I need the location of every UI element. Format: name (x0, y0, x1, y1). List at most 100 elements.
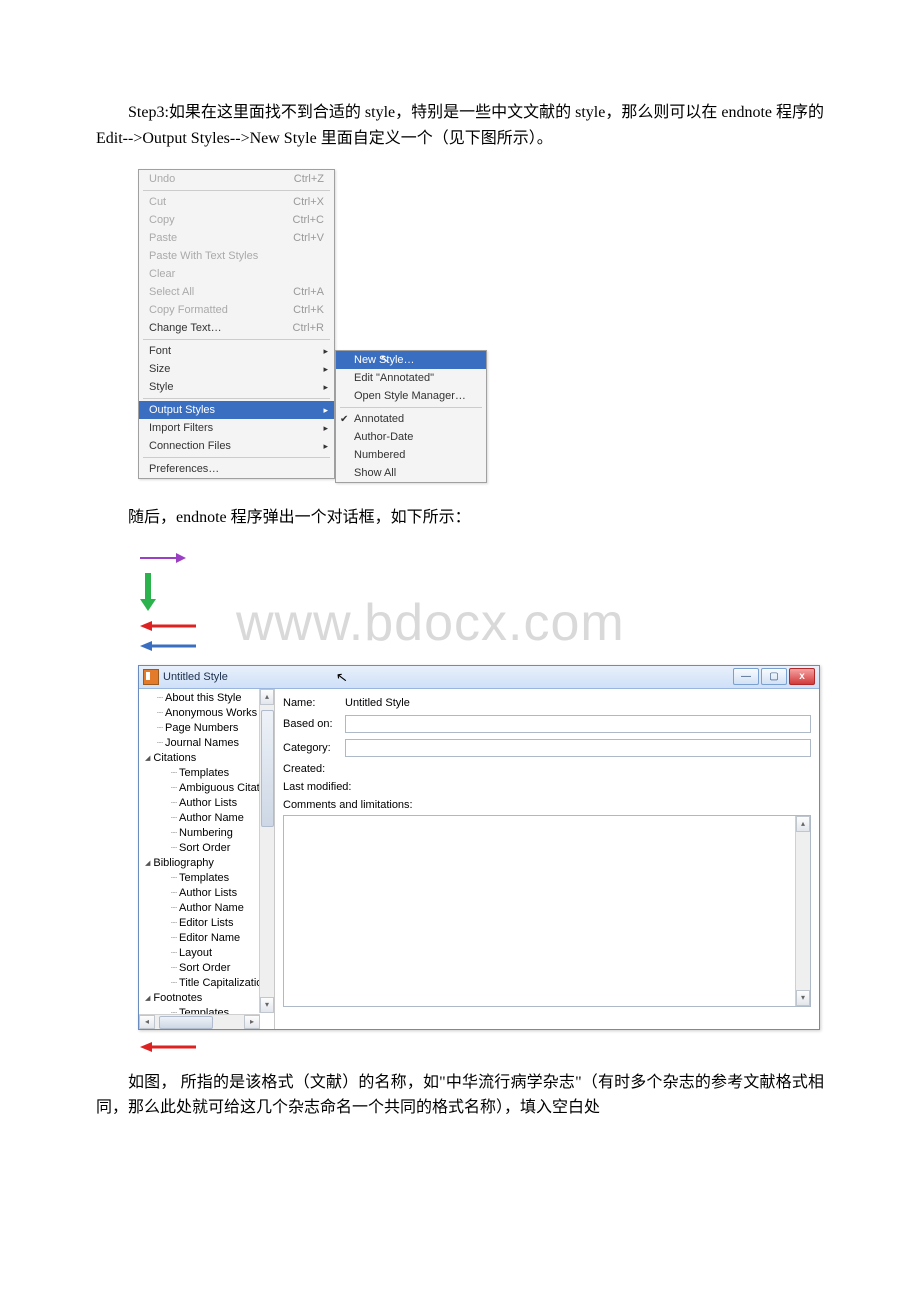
label-category: Category: (283, 742, 345, 754)
tree-item-label: Sort Order (179, 962, 230, 974)
submenu-annotated[interactable]: ✔Annotated (336, 410, 486, 428)
maximize-button[interactable]: ▢ (761, 668, 787, 685)
menu-change-text[interactable]: Change Text…Ctrl+R (139, 319, 334, 337)
tree-item-label: Editor Name (179, 932, 240, 944)
close-button[interactable]: x (789, 668, 815, 685)
tree-item[interactable]: ┈Author Lists (139, 886, 274, 901)
tree-item[interactable]: ┈Ambiguous Citations (139, 781, 274, 796)
menu-copy[interactable]: CopyCtrl+C (139, 211, 334, 229)
comments-textarea[interactable]: ▴ ▾ (283, 815, 811, 1007)
tree-item-label: Layout (179, 947, 212, 959)
tree-item[interactable]: ┈Author Name (139, 811, 274, 826)
tree-item[interactable]: Bibliography (139, 856, 274, 871)
cursor-icon: ↖ (335, 668, 349, 686)
minimize-button[interactable]: — (733, 668, 759, 685)
style-editor-dialog: Untitled Style — ▢ x ↖ ┈About this Style… (138, 665, 820, 1030)
tree-dash-icon: ┈ (157, 738, 163, 749)
row-based-on: Based on: (283, 715, 811, 733)
menu-select-all[interactable]: Select AllCtrl+A (139, 283, 334, 301)
label-last-modified: Last modified: (283, 781, 363, 793)
tree-item[interactable]: ┈Title Capitalization (139, 976, 274, 991)
tree-item-label: Templates (179, 872, 229, 884)
check-icon: ✔ (340, 414, 348, 425)
menu-output-styles[interactable]: Output Styles (139, 401, 334, 419)
scroll-track[interactable] (260, 705, 274, 997)
menu-preferences[interactable]: Preferences… (139, 460, 334, 478)
dialog-body: ┈About this Style┈Anonymous Works┈Page N… (139, 689, 819, 1029)
label-created: Created: (283, 763, 345, 775)
menu-paste-text-styles[interactable]: Paste With Text Styles (139, 247, 334, 265)
tree-dash-icon: ┈ (171, 768, 177, 779)
menu-paste[interactable]: PasteCtrl+V (139, 229, 334, 247)
tree-item[interactable]: ┈Templates (139, 766, 274, 781)
menu-cut[interactable]: CutCtrl+X (139, 193, 334, 211)
scroll-up-button[interactable]: ▴ (260, 689, 274, 705)
app-icon (143, 669, 159, 685)
tree-item-label: Sort Order (179, 842, 230, 854)
input-based-on[interactable] (345, 715, 811, 733)
tree-item[interactable]: ┈Author Name (139, 901, 274, 916)
menu-import-filters[interactable]: Import Filters (139, 419, 334, 437)
row-name: Name: Untitled Style (283, 697, 811, 709)
tree-item[interactable]: Citations (139, 751, 274, 766)
tree-item[interactable]: ┈Journal Names (139, 736, 274, 751)
submenu-author-date[interactable]: Author-Date (336, 428, 486, 446)
tree-item[interactable]: ┈About this Style (139, 691, 274, 706)
arrow-left-red-icon (138, 619, 198, 633)
scroll-down-button[interactable]: ▾ (260, 997, 274, 1013)
comments-scrollbar[interactable]: ▴ ▾ (795, 816, 810, 1006)
menu-connection-files[interactable]: Connection Files (139, 437, 334, 455)
tree-item[interactable]: ┈Editor Name (139, 931, 274, 946)
tree-item[interactable]: Footnotes (139, 991, 274, 1006)
tree-dash-icon: ┈ (171, 798, 177, 809)
tree-item[interactable]: ┈Layout (139, 946, 274, 961)
tree-vertical-scrollbar[interactable]: ▴ ▾ (259, 689, 274, 1013)
tree-item-label: About this Style (165, 692, 241, 704)
input-category[interactable] (345, 739, 811, 757)
menu-font[interactable]: Font (139, 342, 334, 360)
scroll-left-button[interactable]: ◂ (139, 1015, 155, 1029)
scroll-down-button[interactable]: ▾ (796, 990, 810, 1006)
tree-item[interactable]: ┈Editor Lists (139, 916, 274, 931)
tree-horizontal-scrollbar[interactable]: ◂ ▸ (139, 1014, 260, 1029)
tree-item[interactable]: ┈Anonymous Works (139, 706, 274, 721)
menu-style[interactable]: Style (139, 378, 334, 396)
submenu-new-style[interactable]: New Style… ↖ (336, 351, 486, 369)
tree-pane: ┈About this Style┈Anonymous Works┈Page N… (139, 689, 275, 1029)
tree-item-label: Footnotes (153, 992, 202, 1004)
tree-item[interactable]: ┈Sort Order (139, 841, 274, 856)
menu-clear[interactable]: Clear (139, 265, 334, 283)
menu-undo[interactable]: Undo Ctrl+Z (139, 170, 334, 188)
tree-item[interactable]: ┈Page Numbers (139, 721, 274, 736)
arrow-below-dialog (138, 1040, 824, 1054)
arrow-down-green-icon (138, 571, 158, 613)
scroll-track[interactable] (796, 832, 810, 990)
scroll-thumb[interactable] (159, 1016, 213, 1029)
window-title: Untitled Style (163, 671, 733, 683)
tree-list[interactable]: ┈About this Style┈Anonymous Works┈Page N… (139, 689, 274, 1029)
tree-item[interactable]: ┈Numbering (139, 826, 274, 841)
scroll-thumb[interactable] (261, 710, 274, 827)
tree-item[interactable]: ┈Templates (139, 871, 274, 886)
tree-item-label: Journal Names (165, 737, 239, 749)
menu-copy-formatted[interactable]: Copy FormattedCtrl+K (139, 301, 334, 319)
value-name: Untitled Style (345, 697, 410, 709)
tree-item-label: Editor Lists (179, 917, 233, 929)
arrow-right-purple-icon (138, 551, 188, 565)
scroll-up-button[interactable]: ▴ (796, 816, 810, 832)
scroll-track[interactable] (155, 1015, 244, 1029)
submenu-numbered[interactable]: Numbered (336, 446, 486, 464)
scroll-right-button[interactable]: ▸ (244, 1015, 260, 1029)
tree-item[interactable]: ┈Author Lists (139, 796, 274, 811)
submenu-show-all[interactable]: Show All (336, 464, 486, 482)
label-name: Name: (283, 697, 345, 709)
tree-dash-icon: ┈ (171, 888, 177, 899)
tree-item[interactable]: ┈Sort Order (139, 961, 274, 976)
menu-size[interactable]: Size (139, 360, 334, 378)
edit-menu-screenshot: Undo Ctrl+Z CutCtrl+X CopyCtrl+C PasteCt… (138, 169, 824, 483)
tree-dash-icon: ┈ (157, 708, 163, 719)
submenu-edit-annotated[interactable]: Edit "Annotated" (336, 369, 486, 387)
arrow-left-red-icon (138, 1040, 198, 1054)
tree-item-label: Author Lists (179, 797, 237, 809)
submenu-open-style-manager[interactable]: Open Style Manager… (336, 387, 486, 405)
